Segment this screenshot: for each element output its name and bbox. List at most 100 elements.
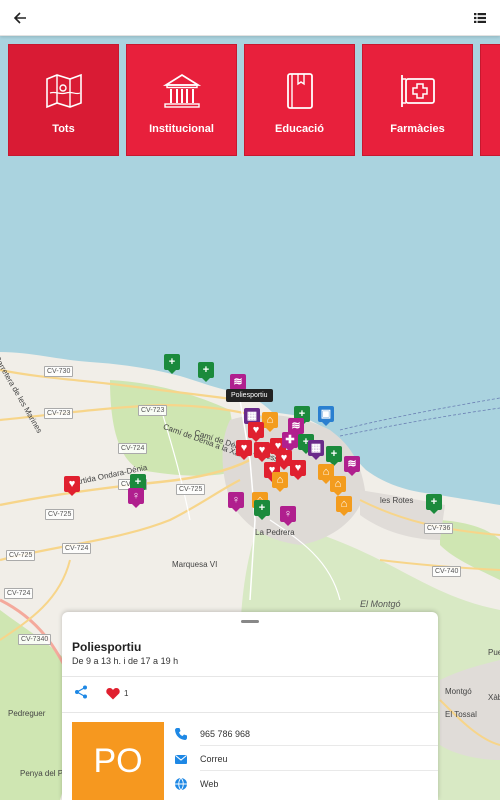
road-label: CV-724	[118, 443, 148, 454]
pharmacy-icon	[400, 75, 435, 107]
category-label: Farmàcies	[390, 123, 445, 135]
map-marker[interactable]: +	[326, 446, 342, 466]
map-icon	[45, 73, 82, 109]
marker-pin: +	[164, 354, 180, 370]
marker-pin: ♥	[290, 460, 306, 476]
marker-pin: ♥	[64, 476, 80, 492]
map-marker[interactable]: ⌂	[262, 412, 278, 432]
marker-pin: ♀	[128, 488, 144, 504]
marker-tooltip: Poliesportiu	[226, 389, 273, 402]
road-label: CV-730	[44, 366, 74, 377]
marker-pin: ♀	[228, 492, 244, 508]
list-view-icon	[474, 12, 486, 23]
map-marker[interactable]: ♥	[290, 460, 306, 480]
map-marker[interactable]: ♥	[248, 422, 264, 442]
map-marker[interactable]: ♀	[228, 492, 244, 512]
marker-tip	[252, 438, 260, 442]
marker-tip	[312, 456, 320, 460]
marker-pin: ≋	[230, 374, 246, 390]
marker-pin: ♥	[276, 450, 292, 466]
marker-tip	[240, 456, 248, 460]
marker-tip	[258, 516, 266, 520]
road-label: CV-725	[176, 484, 206, 495]
category-label: Institucional	[149, 123, 214, 135]
category-tile-partial[interactable]	[480, 44, 500, 156]
contact-email[interactable]: Correu	[174, 746, 438, 771]
globe-icon	[175, 777, 187, 791]
divider	[62, 712, 438, 713]
map-marker[interactable]: ♀	[128, 488, 144, 508]
map-marker[interactable]: ▦	[308, 440, 324, 460]
drag-handle[interactable]	[241, 620, 259, 623]
place-title: Poliesportiu	[72, 640, 142, 654]
category-tile-educacio[interactable]: Educació	[244, 44, 355, 156]
contact-text: Correu	[200, 753, 228, 764]
marker-pin: ≋	[344, 456, 360, 472]
road-label: CV-725	[6, 550, 36, 561]
map-marker[interactable]: +	[426, 494, 442, 514]
phone-icon	[175, 727, 187, 740]
book-icon	[286, 73, 313, 109]
opening-hours: De 9 a 13 h. i de 17 a 19 h	[72, 656, 179, 666]
marker-pin: +	[426, 494, 442, 510]
contact-text: Web	[200, 778, 219, 789]
map-marker[interactable]: ▣	[318, 406, 334, 426]
marker-tip	[294, 476, 302, 480]
map-marker[interactable]: ⌂	[330, 476, 346, 496]
place-avatar: PO	[72, 722, 164, 800]
marker-tip	[322, 422, 330, 426]
marker-pin: ♥	[236, 440, 252, 456]
place-label: Xàbia	[488, 693, 500, 702]
marker-pin: ⌂	[262, 412, 278, 428]
road-label: CV-736	[424, 523, 454, 534]
category-tile-institucional[interactable]: Institucional	[126, 44, 237, 156]
list-view-button[interactable]	[468, 6, 492, 30]
contact-text: 965 786 968	[200, 728, 251, 739]
road-label: CV-740	[432, 566, 462, 577]
marker-pin: ⌂	[336, 496, 352, 512]
marker-tip	[430, 510, 438, 514]
map-marker[interactable]: +	[254, 500, 270, 520]
category-tile-farmacies[interactable]: Farmàcies	[362, 44, 473, 156]
arrow-left-icon	[13, 11, 26, 24]
marker-tip	[322, 480, 330, 484]
map-marker[interactable]: ✚	[282, 432, 298, 452]
category-tile-tots[interactable]: Tots	[8, 44, 119, 156]
marker-pin: ♥	[254, 442, 270, 458]
road-label: CV-725	[45, 509, 75, 520]
marker-pin: ▦	[308, 440, 324, 456]
map-marker[interactable]: ⌂	[272, 472, 288, 492]
back-button[interactable]	[8, 6, 32, 30]
map-marker[interactable]: +	[198, 362, 214, 382]
marker-tip	[348, 472, 356, 476]
category-label: Tots	[52, 123, 75, 135]
map-marker[interactable]: ♥	[276, 450, 292, 470]
road-label: CV-723	[138, 405, 168, 416]
institution-icon	[162, 73, 201, 108]
share-icon[interactable]	[74, 685, 88, 699]
marker-tip	[202, 378, 210, 382]
map-marker[interactable]: ♥	[254, 442, 270, 462]
map-marker[interactable]: ≋	[344, 456, 360, 476]
marker-tip	[68, 492, 76, 496]
marker-tip	[280, 466, 288, 470]
place-label: El Tossal	[445, 710, 477, 719]
marker-pin: ♀	[280, 506, 296, 522]
map-marker[interactable]: ♀	[280, 506, 296, 526]
marker-pin: +	[254, 500, 270, 516]
road-label: CV-7340	[18, 634, 52, 645]
marker-pin: +	[326, 446, 342, 462]
map-marker[interactable]: ⌂	[336, 496, 352, 516]
map-marker[interactable]: ♥	[64, 476, 80, 496]
heart-icon[interactable]	[106, 687, 120, 700]
map-marker[interactable]: +	[164, 354, 180, 374]
marker-tip	[276, 488, 284, 492]
mail-icon	[175, 754, 187, 764]
contact-web[interactable]: Web	[174, 771, 438, 796]
category-strip: Tots Institucional Educació Farmàcies	[0, 44, 500, 158]
contact-phone[interactable]: 965 786 968	[174, 721, 438, 746]
place-label: les Rotes	[380, 496, 414, 505]
map-marker[interactable]: ♥	[236, 440, 252, 460]
app-root: CV-730 CV-723 CV-723 CV-724 CV-725 CV-725 CV-7…	[0, 0, 500, 800]
marker-pin: ▣	[318, 406, 334, 422]
